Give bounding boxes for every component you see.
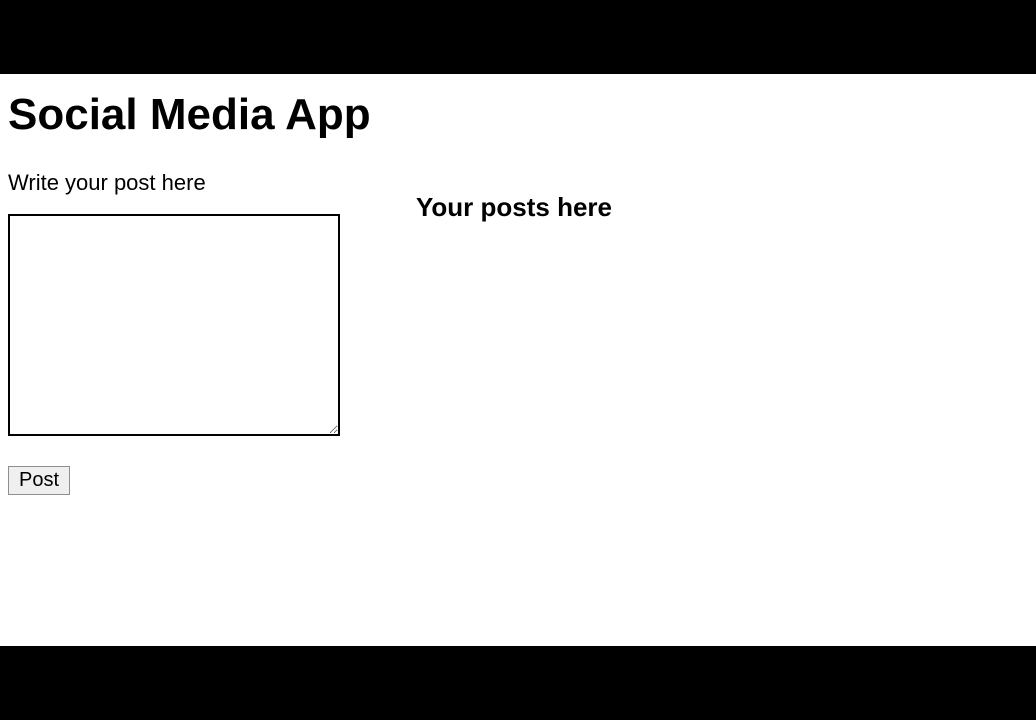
layout-row: Write your post here Post Your posts her… xyxy=(8,160,1028,495)
feed-column: Your posts here xyxy=(408,160,1028,223)
post-textarea[interactable] xyxy=(8,214,340,436)
feed-heading: Your posts here xyxy=(416,192,1028,223)
main-content: Social Media App Write your post here Po… xyxy=(0,90,1036,495)
compose-prompt-label: Write your post here xyxy=(8,170,408,196)
page-title: Social Media App xyxy=(8,90,1028,140)
top-bar xyxy=(0,0,1036,74)
bottom-bar xyxy=(0,646,1036,720)
post-button[interactable]: Post xyxy=(8,466,70,495)
compose-column: Write your post here Post xyxy=(8,160,408,495)
